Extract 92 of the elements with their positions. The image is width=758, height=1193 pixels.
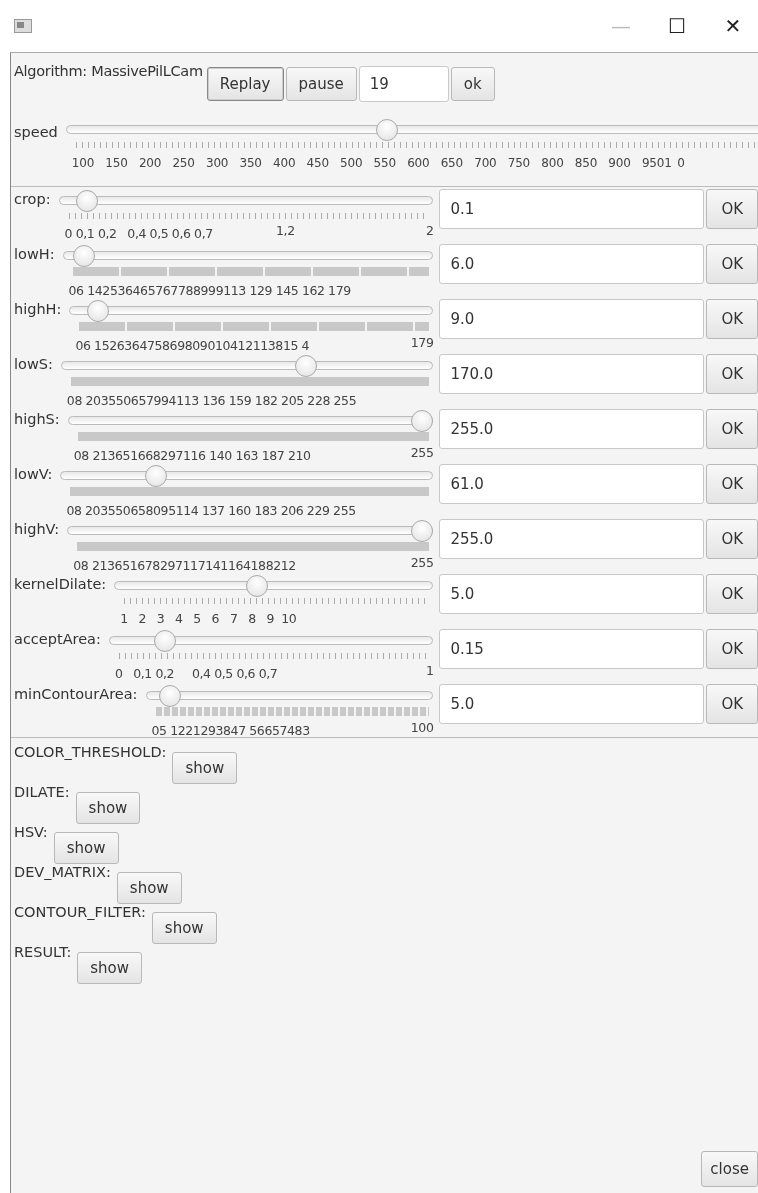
- value-field[interactable]: 255.0: [439, 409, 705, 449]
- slider[interactable]: [58, 190, 434, 212]
- value-field[interactable]: 0.1: [439, 189, 705, 229]
- slider-label: acceptArea:: [14, 631, 101, 647]
- value-field[interactable]: 255.0: [439, 519, 705, 559]
- tick-labels: 06 142536465767788999113 129 145 162 179: [68, 283, 351, 298]
- value-field[interactable]: 61.0: [439, 464, 705, 504]
- slider[interactable]: [69, 300, 434, 322]
- ok-button[interactable]: OK: [706, 519, 758, 559]
- value-field[interactable]: 9.0: [439, 299, 705, 339]
- slider[interactable]: [65, 119, 758, 141]
- app-icon: [14, 19, 32, 33]
- show-button[interactable]: show: [75, 792, 141, 824]
- slider-label: crop:: [14, 191, 51, 207]
- slider[interactable]: [67, 410, 434, 432]
- algorithm-label: Algorithm: MassivePilLCam: [14, 63, 203, 79]
- ok-button[interactable]: OK: [706, 354, 758, 394]
- show-button[interactable]: show: [151, 912, 217, 944]
- tick-labels: 08 213651678297117141164188212: [73, 558, 296, 573]
- value-field[interactable]: 170.0: [439, 354, 705, 394]
- slider-label: lowV:: [14, 466, 53, 482]
- slider-label: highV:: [14, 521, 60, 537]
- tick-labels: 08 213651668297116 140 163 187 210: [73, 448, 311, 463]
- value-field[interactable]: 5.0: [439, 684, 705, 724]
- slider-label: minContourArea:: [14, 686, 138, 702]
- slider-label: highH:: [14, 301, 62, 317]
- speed-label: speed: [14, 124, 58, 140]
- slider-thumb[interactable]: [294, 355, 317, 377]
- ok-button[interactable]: OK: [706, 574, 758, 614]
- show-button[interactable]: show: [172, 752, 238, 784]
- slider-thumb[interactable]: [154, 630, 177, 652]
- close-button[interactable]: ✕: [708, 6, 758, 46]
- view-label: CONTOUR_FILTER:: [14, 904, 146, 920]
- slider[interactable]: [145, 685, 434, 707]
- show-button[interactable]: show: [77, 952, 143, 984]
- slider-thumb[interactable]: [73, 245, 95, 267]
- slider-label: highS:: [14, 411, 60, 427]
- slider-thumb[interactable]: [158, 685, 181, 707]
- tick-labels: 08 203550658095114 137 160 183 206 229 255: [66, 503, 356, 518]
- tick-label: 179: [410, 335, 434, 350]
- tick-label: 1,2: [276, 223, 295, 238]
- show-button[interactable]: show: [116, 872, 182, 904]
- slider-thumb[interactable]: [411, 520, 434, 542]
- tick-labels: 100 150 200 250 300 350 400 450 500 550 600 650 700 750 800 850 900 9501 0: [71, 156, 685, 170]
- view-label: HSV:: [14, 824, 48, 840]
- maximize-button[interactable]: ☐: [652, 6, 702, 46]
- view-label: DILATE:: [14, 784, 70, 800]
- tick-label: 2: [425, 223, 434, 238]
- replay-button[interactable]: Replay: [206, 67, 284, 101]
- value-field[interactable]: 5.0: [439, 574, 705, 614]
- pause-button[interactable]: pause: [285, 67, 357, 101]
- show-button[interactable]: show: [53, 832, 119, 864]
- ok-button[interactable]: OK: [706, 464, 758, 504]
- slider[interactable]: [62, 245, 434, 267]
- view-label: RESULT:: [14, 944, 72, 960]
- slider-thumb[interactable]: [144, 465, 167, 487]
- ok-button[interactable]: OK: [706, 629, 758, 669]
- slider-thumb[interactable]: [246, 575, 269, 597]
- slider-thumb[interactable]: [76, 190, 99, 212]
- tick-labels: 1 2 3 4 5 6 7 8 9 10: [120, 611, 297, 626]
- view-label: DEV_MATRIX:: [14, 864, 111, 880]
- tick-label: 1: [425, 663, 434, 678]
- value-field[interactable]: 6.0: [439, 244, 705, 284]
- slider[interactable]: [108, 630, 434, 652]
- ok-button[interactable]: OK: [706, 409, 758, 449]
- tick-labels: 08 203550657994113 136 159 182 205 228 255: [66, 393, 357, 408]
- frame-field[interactable]: 19: [358, 66, 449, 102]
- slider[interactable]: [114, 575, 434, 597]
- tick-label: 100: [410, 720, 434, 735]
- slider-thumb[interactable]: [411, 410, 434, 432]
- ok-button[interactable]: ok: [450, 67, 495, 101]
- close-button[interactable]: close: [701, 1151, 758, 1187]
- value-field[interactable]: 0.15: [439, 629, 705, 669]
- tick-labels: 0 0,1 0,2 0,4 0,5 0,6 0,7: [114, 666, 278, 681]
- slider[interactable]: [60, 465, 434, 487]
- slider-label: lowH:: [14, 246, 55, 262]
- slider[interactable]: [60, 355, 434, 377]
- tick-label: 255: [410, 445, 434, 460]
- tick-label: 255: [410, 555, 434, 570]
- ok-button[interactable]: OK: [706, 299, 758, 339]
- ok-button[interactable]: OK: [706, 244, 758, 284]
- tick-labels: 05 1221293847 56657483: [151, 723, 310, 738]
- ok-button[interactable]: OK: [706, 189, 758, 229]
- slider-thumb[interactable]: [375, 119, 398, 141]
- tick-labels: 06 152636475869809010412113815 4: [75, 338, 310, 353]
- view-label: COLOR_THRESHOLD:: [14, 744, 167, 760]
- ok-button[interactable]: OK: [706, 684, 758, 724]
- tick-labels: 0 0,1 0,2 0,4 0,5 0,6 0,7: [64, 226, 213, 241]
- slider-label: lowS:: [14, 356, 53, 372]
- slider-label: kernelDilate:: [14, 576, 107, 592]
- slider-thumb[interactable]: [86, 300, 109, 322]
- slider[interactable]: [67, 520, 434, 542]
